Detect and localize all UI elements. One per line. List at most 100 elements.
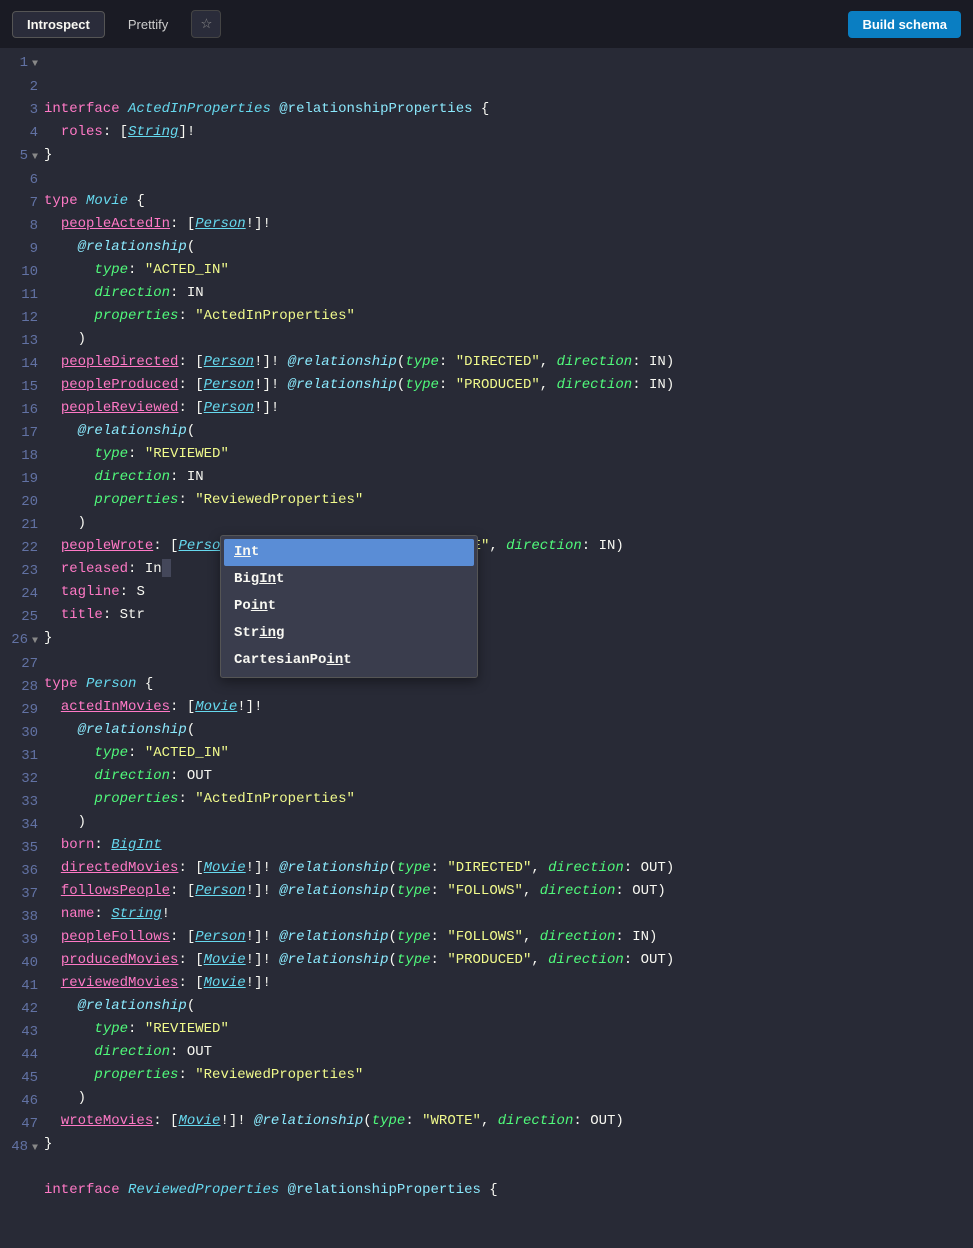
- token-punc: : [: [153, 538, 178, 554]
- code-line[interactable]: type: "ACTED_IN": [44, 259, 973, 282]
- token-fieldp: peopleWrote: [61, 538, 153, 554]
- code-line[interactable]: @relationship(: [44, 719, 973, 742]
- code-line[interactable]: type: "ACTED_IN": [44, 742, 973, 765]
- autocomplete-item[interactable]: BigInt: [224, 566, 474, 593]
- token-punc: }: [44, 147, 52, 163]
- token-punc: [44, 400, 61, 416]
- code-line[interactable]: interface ActedInProperties @relationshi…: [44, 98, 973, 121]
- code-line[interactable]: producedMovies: [Movie!]! @relationship(…: [44, 949, 973, 972]
- code-line[interactable]: ): [44, 328, 973, 351]
- code-line[interactable]: direction: IN: [44, 282, 973, 305]
- build-schema-button[interactable]: Build schema: [848, 11, 961, 38]
- code-line[interactable]: peopleActedIn: [Person!]!: [44, 213, 973, 236]
- code-line[interactable]: [44, 650, 973, 673]
- autocomplete-item[interactable]: String: [224, 620, 474, 647]
- token-dirkw: @relationship: [78, 722, 187, 738]
- token-attr: type: [397, 952, 431, 968]
- code-line[interactable]: }: [44, 144, 973, 167]
- token-ref: Person: [195, 883, 245, 899]
- fold-icon[interactable]: ▼: [28, 146, 38, 169]
- fold-icon[interactable]: ▼: [28, 53, 38, 76]
- code-line[interactable]: type: "REVIEWED": [44, 443, 973, 466]
- token-punc: :: [170, 1044, 187, 1060]
- line-number: 1 ▼: [0, 52, 38, 76]
- token-punc: [44, 492, 94, 508]
- introspect-button[interactable]: Introspect: [12, 11, 105, 38]
- token-punc: :: [94, 906, 111, 922]
- token-fieldp: peopleDirected: [61, 354, 179, 370]
- token-attr: properties: [94, 1067, 178, 1083]
- token-punc: : [: [170, 699, 195, 715]
- token-dir: @relationshipProperties: [279, 101, 472, 117]
- code-line[interactable]: @relationship(: [44, 236, 973, 259]
- code-line[interactable]: roles: [String]!: [44, 121, 973, 144]
- token-punc: [44, 906, 61, 922]
- code-line[interactable]: title: Str: [44, 604, 973, 627]
- code-line[interactable]: tagline: S: [44, 581, 973, 604]
- token-punc: {: [128, 193, 145, 209]
- prettify-button[interactable]: Prettify: [113, 11, 183, 38]
- code-line[interactable]: peopleWrote: [Person!]! @relationship(ty…: [44, 535, 973, 558]
- line-number: 15: [0, 376, 38, 399]
- code-line[interactable]: peopleProduced: [Person!]! @relationship…: [44, 374, 973, 397]
- token-punc: :: [405, 1113, 422, 1129]
- code-line[interactable]: direction: IN: [44, 466, 973, 489]
- code-line[interactable]: peopleDirected: [Person!]! @relationship…: [44, 351, 973, 374]
- token-punc: [44, 975, 61, 991]
- code-line[interactable]: }: [44, 627, 973, 650]
- code-line[interactable]: peopleFollows: [Person!]! @relationship(…: [44, 926, 973, 949]
- code-line[interactable]: [44, 167, 973, 190]
- code-line[interactable]: properties: "ReviewedProperties": [44, 1064, 973, 1087]
- token-ref: Movie: [204, 952, 246, 968]
- token-punc: :: [624, 860, 641, 876]
- code-line[interactable]: wroteMovies: [Movie!]! @relationship(typ…: [44, 1110, 973, 1133]
- token-attr: type: [405, 377, 439, 393]
- token-punc: [44, 1113, 61, 1129]
- token-punc: :: [431, 860, 448, 876]
- code-line[interactable]: born: BigInt: [44, 834, 973, 857]
- line-number: 42: [0, 998, 38, 1021]
- token-attr: type: [397, 860, 431, 876]
- code-line[interactable]: interface ReviewedProperties @relationsh…: [44, 1179, 973, 1202]
- fold-icon[interactable]: ▼: [28, 630, 38, 653]
- favorite-button[interactable]: ☆: [191, 10, 221, 38]
- autocomplete-popup[interactable]: IntBigIntPointStringCartesianPoint: [220, 535, 478, 678]
- token-punc: [44, 1021, 94, 1037]
- token-field: born: [61, 837, 95, 853]
- code-editor[interactable]: 1 ▼2345 ▼6789101112131415161718192021222…: [0, 48, 973, 1248]
- token-punc: [78, 193, 86, 209]
- code-line[interactable]: type Movie {: [44, 190, 973, 213]
- line-number: 38: [0, 906, 38, 929]
- token-punc: }: [44, 1136, 52, 1152]
- code-line[interactable]: direction: OUT: [44, 1041, 973, 1064]
- code-line[interactable]: followsPeople: [Person!]! @relationship(…: [44, 880, 973, 903]
- code-line[interactable]: name: String!: [44, 903, 973, 926]
- token-ref: Movie: [204, 975, 246, 991]
- token-fieldp: reviewedMovies: [61, 975, 179, 991]
- code-line[interactable]: ): [44, 512, 973, 535]
- code-line[interactable]: properties: "ActedInProperties": [44, 788, 973, 811]
- code-line[interactable]: type: "REVIEWED": [44, 1018, 973, 1041]
- autocomplete-item[interactable]: Point: [224, 593, 474, 620]
- code-line[interactable]: @relationship(: [44, 995, 973, 1018]
- code-line[interactable]: properties: "ReviewedProperties": [44, 489, 973, 512]
- autocomplete-item[interactable]: Int: [224, 539, 474, 566]
- autocomplete-item[interactable]: CartesianPoint: [224, 647, 474, 674]
- code-line[interactable]: }: [44, 1133, 973, 1156]
- line-number: 48 ▼: [0, 1136, 38, 1160]
- code-line[interactable]: directedMovies: [Movie!]! @relationship(…: [44, 857, 973, 880]
- code-line[interactable]: ): [44, 1087, 973, 1110]
- token-punc: : [: [178, 354, 203, 370]
- token-punc: ): [657, 883, 665, 899]
- code-line[interactable]: released: In: [44, 558, 973, 581]
- code-line[interactable]: direction: OUT: [44, 765, 973, 788]
- code-line[interactable]: @relationship(: [44, 420, 973, 443]
- code-line[interactable]: [44, 1156, 973, 1179]
- code-line[interactable]: peopleReviewed: [Person!]!: [44, 397, 973, 420]
- code-line[interactable]: type Person {: [44, 673, 973, 696]
- code-line[interactable]: properties: "ActedInProperties": [44, 305, 973, 328]
- code-line[interactable]: actedInMovies: [Movie!]!: [44, 696, 973, 719]
- code-line[interactable]: reviewedMovies: [Movie!]!: [44, 972, 973, 995]
- code-line[interactable]: ): [44, 811, 973, 834]
- code-content[interactable]: interface ActedInProperties @relationshi…: [44, 48, 973, 1248]
